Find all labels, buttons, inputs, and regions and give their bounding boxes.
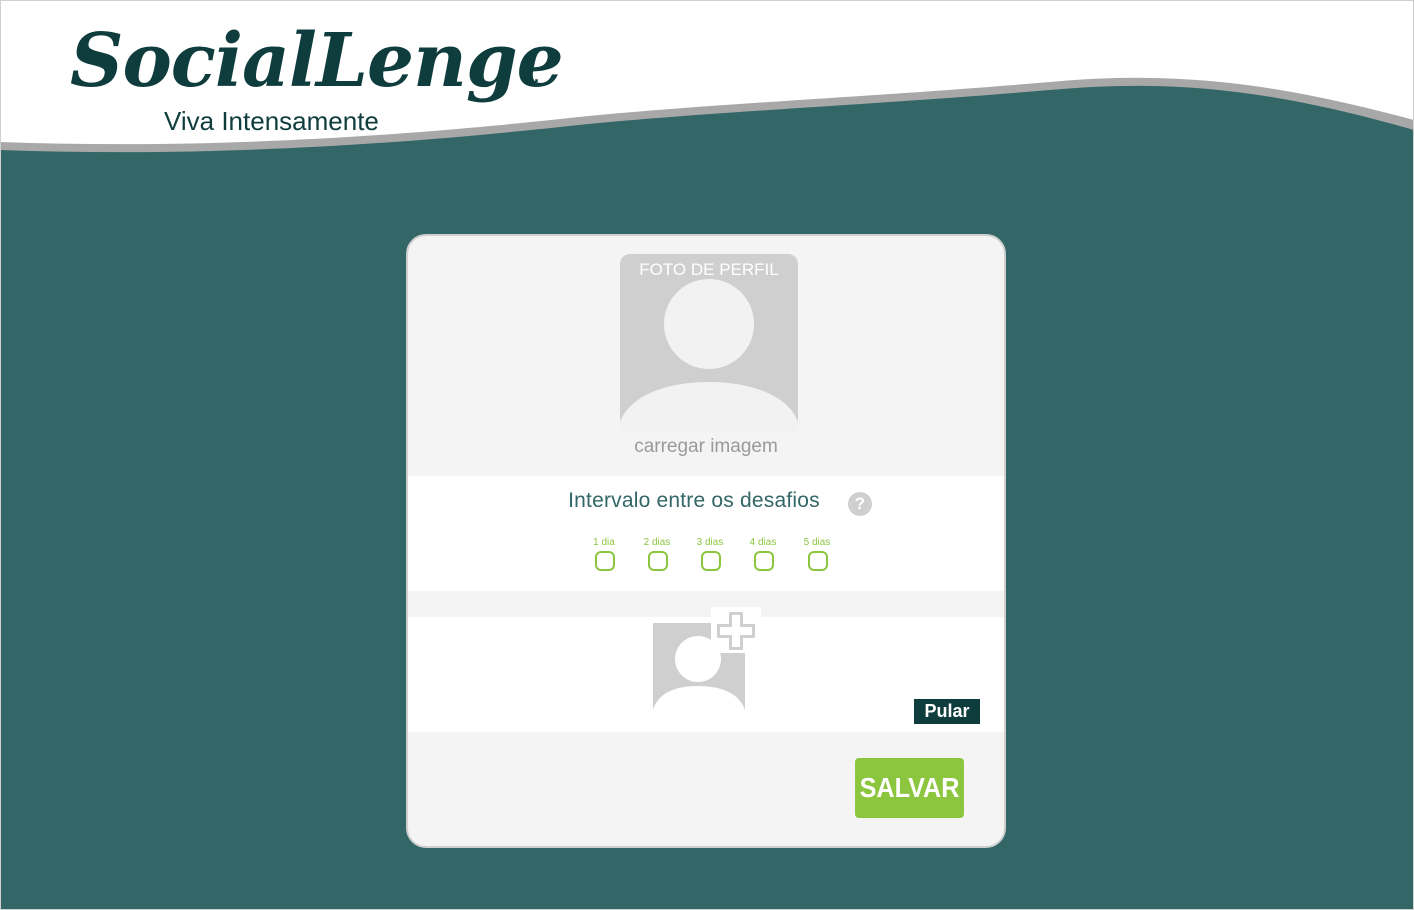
profile-photo-label: FOTO DE PERFIL bbox=[639, 260, 779, 279]
interval-title-text: Intervalo entre os desafios bbox=[568, 489, 820, 512]
interval-option-2-dias[interactable]: 2 dias bbox=[632, 537, 682, 577]
interval-option-label: 3 dias bbox=[696, 537, 724, 548]
interval-option-label: 5 dias bbox=[803, 537, 831, 548]
interval-radio[interactable] bbox=[808, 551, 828, 571]
brand-dots: ... bbox=[524, 66, 540, 86]
profile-photo-placeholder[interactable]: FOTO DE PERFIL bbox=[620, 254, 798, 432]
interval-title: Intervalo entre os desafios bbox=[408, 489, 1004, 513]
profile-setup-card: FOTO DE PERFIL carregar imagem Intervalo… bbox=[406, 234, 1006, 848]
interval-radio[interactable] bbox=[754, 551, 774, 571]
user-silhouette-icon bbox=[620, 279, 798, 432]
friends-section: Pular bbox=[408, 607, 1004, 732]
interval-option-label: 1 dia bbox=[593, 537, 615, 548]
interval-radio[interactable] bbox=[701, 551, 721, 571]
interval-option-label: 2 dias bbox=[643, 537, 671, 548]
save-button[interactable]: SALVAR bbox=[855, 758, 964, 818]
interval-option-1-dia[interactable]: 1 dia bbox=[579, 537, 629, 577]
interval-radio[interactable] bbox=[595, 551, 615, 571]
interval-option-3-dias[interactable]: 3 dias bbox=[685, 537, 735, 577]
upload-image-link[interactable]: carregar imagem bbox=[408, 436, 1004, 458]
interval-option-5-dias[interactable]: 5 dias bbox=[792, 537, 842, 577]
add-user-photo-icon[interactable] bbox=[653, 607, 761, 715]
interval-option-4-dias[interactable]: 4 dias bbox=[738, 537, 788, 577]
brand-tagline: Viva Intensamente bbox=[164, 106, 379, 136]
brand-name: SocialLenge bbox=[70, 18, 564, 104]
help-icon[interactable]: ? bbox=[848, 492, 872, 516]
brand-logo: SocialLenge ... Viva Intensamente bbox=[66, 22, 566, 142]
skip-button[interactable]: Pular bbox=[914, 699, 980, 724]
interval-option-label: 4 dias bbox=[749, 537, 777, 548]
interval-radio[interactable] bbox=[648, 551, 668, 571]
